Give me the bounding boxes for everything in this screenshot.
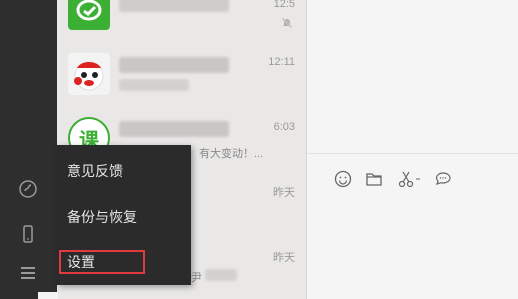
input-divider — [307, 153, 518, 154]
chat-item[interactable]: 12:5 — [57, 0, 306, 42]
phone-icon[interactable] — [17, 223, 39, 245]
chat-time: 6:03 — [273, 121, 295, 133]
blurred-name — [119, 121, 229, 137]
left-sidebar — [0, 0, 57, 299]
chat-time: 12:11 — [268, 56, 295, 68]
menu-item-feedback[interactable]: 意见反馈 — [57, 152, 191, 190]
menu-item-settings[interactable]: 设置 — [59, 250, 145, 274]
emoji-icon[interactable] — [332, 168, 354, 190]
menu-item-backup-restore[interactable]: 备份与恢复 — [57, 198, 191, 236]
wechat-green-icon — [68, 0, 110, 30]
settings-menu: 意见反馈 备份与恢复 设置 — [57, 145, 191, 285]
chat-time: 昨天 — [273, 252, 295, 264]
blurred-name — [119, 0, 229, 12]
chat-snippet: 有大变动！... — [199, 148, 264, 160]
mute-icon — [281, 14, 293, 29]
conversation-area — [307, 0, 518, 299]
menu-pointer — [38, 292, 58, 299]
blurred-snippet — [205, 269, 237, 281]
menu-icon[interactable] — [17, 262, 39, 284]
blurred-name — [119, 57, 229, 73]
folder-icon[interactable] — [363, 168, 385, 190]
chat-time: 12:5 — [273, 0, 295, 10]
chat-snippet: 尹 — [191, 272, 202, 284]
chat-bubble-icon[interactable] — [432, 168, 454, 190]
mini-program-icon[interactable] — [17, 178, 39, 200]
blurred-snippet — [119, 79, 189, 91]
chat-item[interactable]: 12:11 — [57, 45, 306, 105]
red-mascot-avatar — [68, 53, 110, 95]
chat-time: 昨天 — [273, 187, 295, 199]
scissors-icon[interactable] — [395, 168, 425, 190]
